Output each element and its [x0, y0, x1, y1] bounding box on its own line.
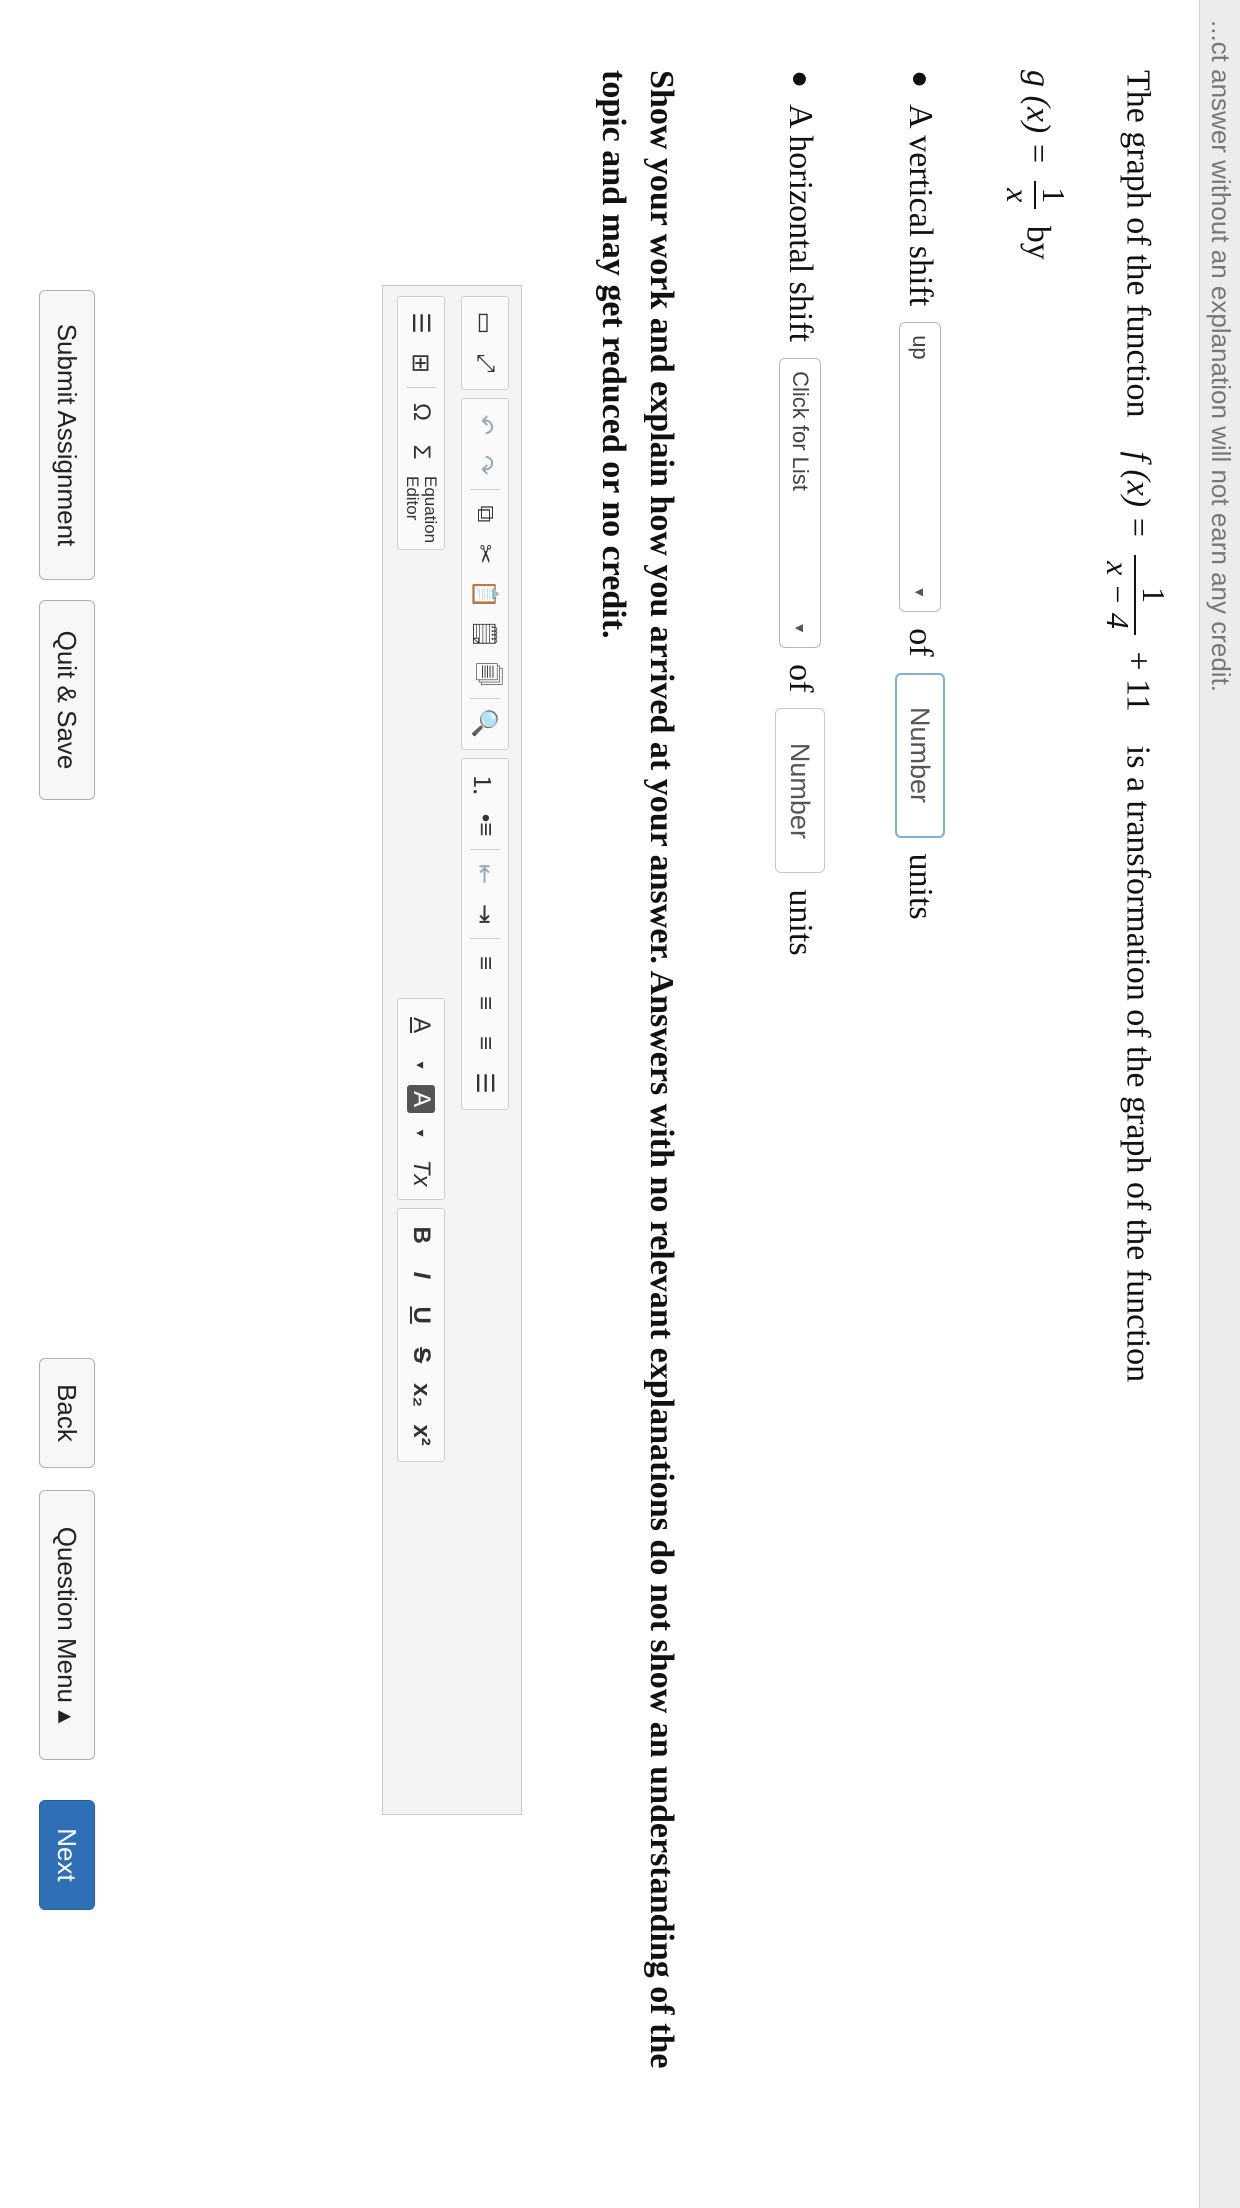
f-numerator: 1: [1134, 555, 1172, 635]
top-banner: ...ct answer without an explanation will…: [1199, 0, 1240, 2208]
page-canvas: ...ct answer without an explanation will…: [0, 0, 1240, 2208]
align-justify-icon[interactable]: ☰: [465, 1063, 505, 1103]
horizontal-shift-label: A horizontal shift: [782, 104, 819, 343]
vertical-units-label: units: [902, 853, 939, 920]
g-fraction: 1 x: [1000, 181, 1072, 210]
submit-assignment-button[interactable]: Submit Assignment: [39, 290, 95, 580]
vertical-number-placeholder: Number: [905, 707, 936, 804]
redo-icon[interactable]: ↷: [465, 445, 505, 485]
f-denominator: x − 4: [1100, 561, 1137, 629]
question-middle: is a transformation of the graph of the …: [1119, 745, 1157, 1383]
background-color-button[interactable]: A: [407, 1085, 435, 1114]
find-icon[interactable]: 🔍: [465, 703, 505, 743]
equation-editor-line2: Editor: [403, 476, 422, 521]
align-right-icon[interactable]: ≡: [465, 1023, 505, 1063]
outdent-icon[interactable]: ⇤: [465, 854, 505, 894]
bullet-icon: ●: [904, 70, 937, 89]
italic-button[interactable]: I: [401, 1255, 441, 1295]
horizontal-shift-select-value: Click for List: [788, 371, 813, 491]
paste-icon[interactable]: 📋: [465, 574, 505, 614]
equation-editor-button[interactable]: Equation Editor: [403, 472, 440, 544]
horizontal-shift-row: ● A horizontal shift Click for List ▼ of…: [775, 70, 825, 956]
toolbar-group-view: ▭ ⤢: [461, 296, 509, 390]
f-function-name: f (x) =: [1119, 451, 1157, 539]
clear-format-button[interactable]: Tx: [401, 1153, 441, 1193]
horizontal-units-label: units: [782, 889, 819, 956]
table-icon[interactable]: ⊞: [401, 343, 441, 383]
underline-button[interactable]: U: [401, 1295, 441, 1335]
cut-icon[interactable]: ✂: [465, 534, 505, 574]
top-banner-text: ...ct answer without an explanation will…: [1206, 20, 1236, 693]
indent-icon[interactable]: ⇥: [465, 894, 505, 934]
quit-save-button[interactable]: Quit & Save: [39, 600, 95, 800]
horizontal-shift-select[interactable]: Click for List ▼: [779, 358, 821, 649]
bullet-icon: ●: [784, 70, 817, 89]
question-menu-button[interactable]: Question Menu ▴: [39, 1490, 95, 1760]
toolbar-group-color: A ▾ A ▾ Tx: [397, 998, 445, 1201]
toolbar-group-insert: ☰ ⊞ Ω Σ Equation Editor: [397, 296, 445, 551]
vertical-shift-number-input[interactable]: Number: [895, 672, 945, 838]
paste-word-icon[interactable]: 🗐: [465, 654, 505, 694]
vertical-shift-select-value: up: [908, 335, 933, 360]
question-line-1: The graph of the function f (x) = 1 x − …: [1100, 70, 1172, 1383]
paste-text-icon[interactable]: 🗒: [465, 614, 505, 654]
strikethrough-button[interactable]: S: [401, 1335, 441, 1375]
vertical-shift-select[interactable]: up ▼: [899, 322, 941, 613]
f-fraction: 1 x − 4: [1100, 555, 1172, 635]
g-numerator: 1: [1034, 181, 1072, 210]
horizontal-shift-number-input[interactable]: Number: [775, 708, 825, 874]
f-constant: + 11: [1119, 651, 1157, 712]
question-intro: The graph of the function: [1119, 70, 1157, 418]
copy-icon[interactable]: ⧉: [465, 494, 505, 534]
undo-icon[interactable]: ↶: [465, 405, 505, 445]
toolbar-group-clipboard: ↶ ↷ ⧉ ✂ 📋 🗒 🗐 🔍: [461, 398, 509, 750]
font-color-button[interactable]: A: [401, 1005, 441, 1045]
rich-text-editor-toolbar: ▭ ⤢ ↶ ↷ ⧉ ✂ 📋 🗒 🗐 🔍 ⒈ •≡ ⇤ ⇥ ≡ ≡ ≡ ☰ ☰ ⊞…: [382, 285, 522, 1815]
subscript-button[interactable]: x₂: [401, 1375, 441, 1415]
vertical-of-label: of: [902, 628, 939, 657]
sigma-icon[interactable]: Σ: [401, 432, 441, 472]
vertical-shift-label: A vertical shift: [902, 104, 939, 307]
g-function-name: g (x) =: [1019, 70, 1057, 165]
back-button[interactable]: Back: [39, 1358, 95, 1468]
chevron-down-icon[interactable]: ▾: [401, 1113, 441, 1153]
question-line-2: g (x) = 1 x by: [1000, 70, 1072, 260]
special-character-icon[interactable]: Ω: [401, 392, 441, 432]
superscript-button[interactable]: x²: [401, 1415, 441, 1455]
bulleted-list-icon[interactable]: •≡: [465, 805, 505, 845]
toolbar-group-lists: ⒈ •≡ ⇤ ⇥ ≡ ≡ ≡ ☰: [461, 758, 509, 1110]
align-center-icon[interactable]: ≡: [465, 983, 505, 1023]
toolbar-group-format: B I U S x₂ x²: [397, 1208, 445, 1463]
instructions-text: Show your work and explain how you arriv…: [595, 70, 680, 2069]
bottom-navigation: Submit Assignment Quit & Save Back Quest…: [0, 0, 150, 2208]
equation-editor-line1: Equation: [421, 476, 440, 544]
g-denominator: x: [1000, 188, 1037, 203]
chevron-down-icon[interactable]: ▾: [401, 1045, 441, 1085]
question-by: by: [1019, 225, 1057, 260]
next-button[interactable]: Next: [39, 1800, 95, 1910]
chevron-down-icon: ▼: [792, 621, 808, 636]
chevron-down-icon: ▼: [912, 585, 928, 600]
horizontal-number-placeholder: Number: [785, 742, 816, 839]
numbered-list-icon[interactable]: ⒈: [465, 765, 505, 805]
bold-button[interactable]: B: [401, 1215, 441, 1255]
source-icon[interactable]: ▭: [465, 303, 505, 343]
maximize-icon[interactable]: ⤢: [465, 343, 505, 383]
align-left-icon[interactable]: ≡: [465, 943, 505, 983]
horizontal-rule-icon[interactable]: ☰: [401, 303, 441, 343]
vertical-shift-row: ● A vertical shift up ▼ of Number units: [895, 70, 945, 920]
toolbar-row-2: ☰ ⊞ Ω Σ Equation Editor A ▾ A ▾ Tx B I U…: [393, 296, 449, 1470]
toolbar-row-1: ▭ ⤢ ↶ ↷ ⧉ ✂ 📋 🗒 🗐 🔍 ⒈ •≡ ⇤ ⇥ ≡ ≡ ≡ ☰: [457, 296, 513, 1118]
horizontal-of-label: of: [782, 664, 819, 693]
